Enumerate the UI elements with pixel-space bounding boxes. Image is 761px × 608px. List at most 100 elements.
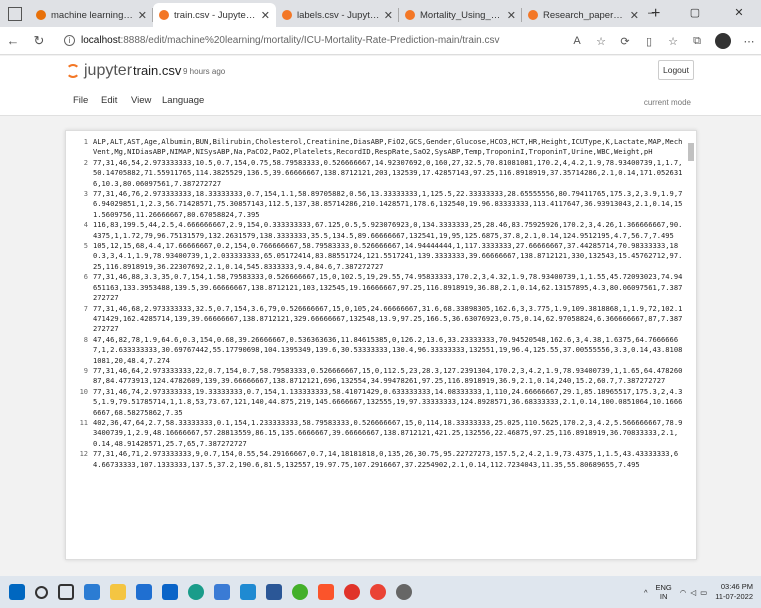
tab-actions-icon[interactable] [8, 7, 22, 21]
anaconda-icon[interactable] [292, 584, 308, 600]
line-text: 116,83,199.5,44,2.5,4.666666667,2.9,154,… [93, 220, 683, 240]
editor-line[interactable]: 5 105,12,15,68,4.4,17.66666667,0.2,154,0.… [66, 241, 686, 272]
tab-train-csv[interactable]: train.csv - Jupyter Text Editor ✕ [153, 3, 276, 27]
line-text: 402,36,47,64,2.7,58.33333333,0.1,154,1.2… [93, 417, 683, 448]
url-host: localhost [81, 35, 121, 46]
time: 03:46 PM [720, 582, 753, 591]
browser-toolbar: ← ↻ i localhost:8888/edit/machine%20lear… [0, 27, 761, 55]
chrome-icon[interactable] [370, 584, 386, 600]
jupyter-logo[interactable]: jupyter [66, 62, 132, 80]
menu-language[interactable]: Language [162, 95, 204, 106]
language-code: ENG [655, 583, 672, 592]
line-number: 9 [83, 366, 88, 375]
collections-icon[interactable]: ⧉ [685, 35, 709, 48]
line-number: 6 [83, 273, 88, 282]
read-aloud-icon[interactable]: A [565, 35, 589, 47]
editor-line[interactable]: 12 77,31,46,71,2.973333333,9,0.7,154,0.55… [66, 449, 686, 470]
jupyter-favicon-icon [159, 10, 169, 20]
settings-more-icon[interactable]: ⋯ [737, 35, 761, 48]
mail-icon[interactable] [162, 584, 178, 600]
favorite-star-icon[interactable]: ☆ [589, 35, 613, 48]
editor-line[interactable]: 8 47,46,82,78,1.9,64.6,0.3,154,0.68,39.26… [66, 335, 686, 366]
file-explorer-icon[interactable] [110, 584, 126, 600]
widgets-icon[interactable] [84, 584, 100, 600]
tab-labels-csv[interactable]: labels.csv - Jupyter Text Edito ✕ [276, 3, 399, 27]
photos-icon[interactable] [214, 584, 230, 600]
taskbar: ^ ENG IN ◠ ◁ ▭ 03:46 PM 11-07-2022 [0, 576, 761, 608]
word-icon[interactable] [266, 584, 282, 600]
line-number: 2 [83, 158, 88, 167]
brave-icon[interactable] [318, 584, 334, 600]
line-text: 77,31,46,54,2.973333333,10.5,0.7,154,0.7… [93, 157, 683, 188]
line-text: 77,31,46,71,2.973333333,9,0.7,154,0.55,5… [93, 449, 679, 469]
editor-lines: 1 ALP,ALT,AST,Age,Albumin,BUN,Bilirubin,C… [66, 137, 686, 470]
split-screen-icon[interactable]: ▯ [637, 35, 661, 48]
task-view-icon[interactable] [58, 584, 74, 600]
close-window-button[interactable]: ✕ [717, 0, 761, 27]
restore-button[interactable]: ▢ [673, 0, 717, 27]
store-icon[interactable] [136, 584, 152, 600]
settings-icon[interactable] [396, 584, 412, 600]
opera-icon[interactable] [344, 584, 360, 600]
clock[interactable]: 03:46 PM 11-07-2022 [715, 582, 753, 602]
windows-start-icon[interactable] [9, 584, 25, 600]
close-tab-icon[interactable]: ✕ [384, 9, 393, 22]
editor-line[interactable]: 10 77,31,46,74,2.973333333,19.33333333,0.… [66, 387, 686, 418]
extensions-icon[interactable]: ⟳ [613, 35, 637, 48]
browser-tab-strip: machine learning/mortality/ ✕ train.csv … [0, 0, 761, 27]
battery-icon[interactable]: ▭ [700, 588, 707, 597]
volume-icon[interactable]: ◁ [690, 588, 696, 597]
editor-line[interactable]: 4 116,83,199.5,44,2.5,4.666666667,2.9,154… [66, 220, 686, 241]
tab-research-paper[interactable]: Research_paper_Model_Accu ✕ [522, 3, 645, 27]
favorites-icon[interactable]: ☆ [661, 35, 685, 48]
text-editor[interactable]: 1 ALP,ALT,AST,Age,Albumin,BUN,Bilirubin,C… [65, 130, 697, 560]
vertical-scrollbar[interactable] [688, 133, 694, 557]
wifi-icon[interactable]: ◠ [680, 588, 687, 597]
tab-label: labels.csv - Jupyter Text Edito [297, 9, 380, 21]
line-number: 5 [83, 242, 88, 251]
profile-avatar[interactable] [715, 33, 731, 49]
menu-edit[interactable]: Edit [101, 95, 117, 106]
vscode-icon[interactable] [240, 584, 256, 600]
editor-line[interactable]: 2 77,31,46,54,2.973333333,10.5,0.7,154,0.… [66, 158, 686, 189]
minimize-button[interactable]: – [629, 0, 673, 27]
editor-line[interactable]: 9 77,31,46,64,2.973333333,22,0.7,154,0.7,… [66, 366, 686, 387]
window-controls: – ▢ ✕ [629, 0, 761, 27]
scrollbar-thumb[interactable] [688, 143, 694, 161]
tab-mortality-ann[interactable]: Mortality_Using_ANN - Jupy ✕ [399, 3, 522, 27]
editor-line[interactable]: 3 77,31,46,76,2.973333333,18.33333333,0.7… [66, 189, 686, 220]
toolbar-right-icons: A ☆ ⟳ ▯ ☆ ⧉ ⋯ [565, 27, 761, 55]
tab-machine-learning[interactable]: machine learning/mortality/ ✕ [30, 3, 153, 27]
line-text: 77,31,46,68,2.973333333,32.5,0.7,154,3.6… [93, 303, 683, 334]
date: 11-07-2022 [715, 592, 753, 601]
site-info-icon[interactable]: i [64, 35, 75, 46]
back-button[interactable]: ← [0, 33, 26, 48]
tab-label: train.csv - Jupyter Text Editor [174, 9, 257, 21]
edge-icon[interactable] [188, 584, 204, 600]
jupyter-favicon-icon [282, 10, 292, 20]
line-number: 1 [83, 138, 88, 146]
logout-button[interactable]: Logout [658, 60, 694, 80]
search-icon[interactable] [35, 585, 48, 599]
filename[interactable]: train.csv [133, 63, 181, 78]
line-text: ALP,ALT,AST,Age,Albumin,BUN,Bilirubin,Ch… [93, 137, 683, 157]
close-tab-icon[interactable]: ✕ [261, 9, 270, 22]
url-path: :8888/edit/machine%20learning/mortality/… [120, 35, 500, 46]
menu-view[interactable]: View [131, 95, 151, 106]
editor-line[interactable]: 1 ALP,ALT,AST,Age,Albumin,BUN,Bilirubin,C… [66, 137, 686, 158]
show-hidden-icons-icon[interactable]: ^ [644, 588, 648, 597]
line-text: 77,31,46,76,2.973333333,18.33333333,0.7,… [93, 189, 683, 219]
editor-line[interactable]: 7 77,31,46,68,2.973333333,32.5,0.7,154,3.… [66, 304, 686, 335]
region-code: IN [659, 592, 668, 601]
language-indicator[interactable]: ENG IN [656, 583, 672, 601]
editor-line[interactable]: 6 77,31,46,88,3.3,35,0.7,154,1.58,7958333… [66, 272, 686, 303]
close-tab-icon[interactable]: ✕ [507, 9, 516, 22]
address-bar[interactable]: i localhost:8888/edit/machine%20learning… [60, 30, 500, 52]
line-number: 7 [83, 304, 88, 313]
menu-file[interactable]: File [73, 95, 88, 106]
reload-button[interactable]: ↻ [26, 33, 52, 49]
editor-line[interactable]: 11 402,36,47,64,2.7,58.33333333,0.1,154,1… [66, 418, 686, 449]
line-number: 8 [83, 335, 88, 344]
system-tray: ^ ENG IN ◠ ◁ ▭ 03:46 PM 11-07-2022 [644, 576, 753, 608]
close-tab-icon[interactable]: ✕ [138, 9, 147, 22]
